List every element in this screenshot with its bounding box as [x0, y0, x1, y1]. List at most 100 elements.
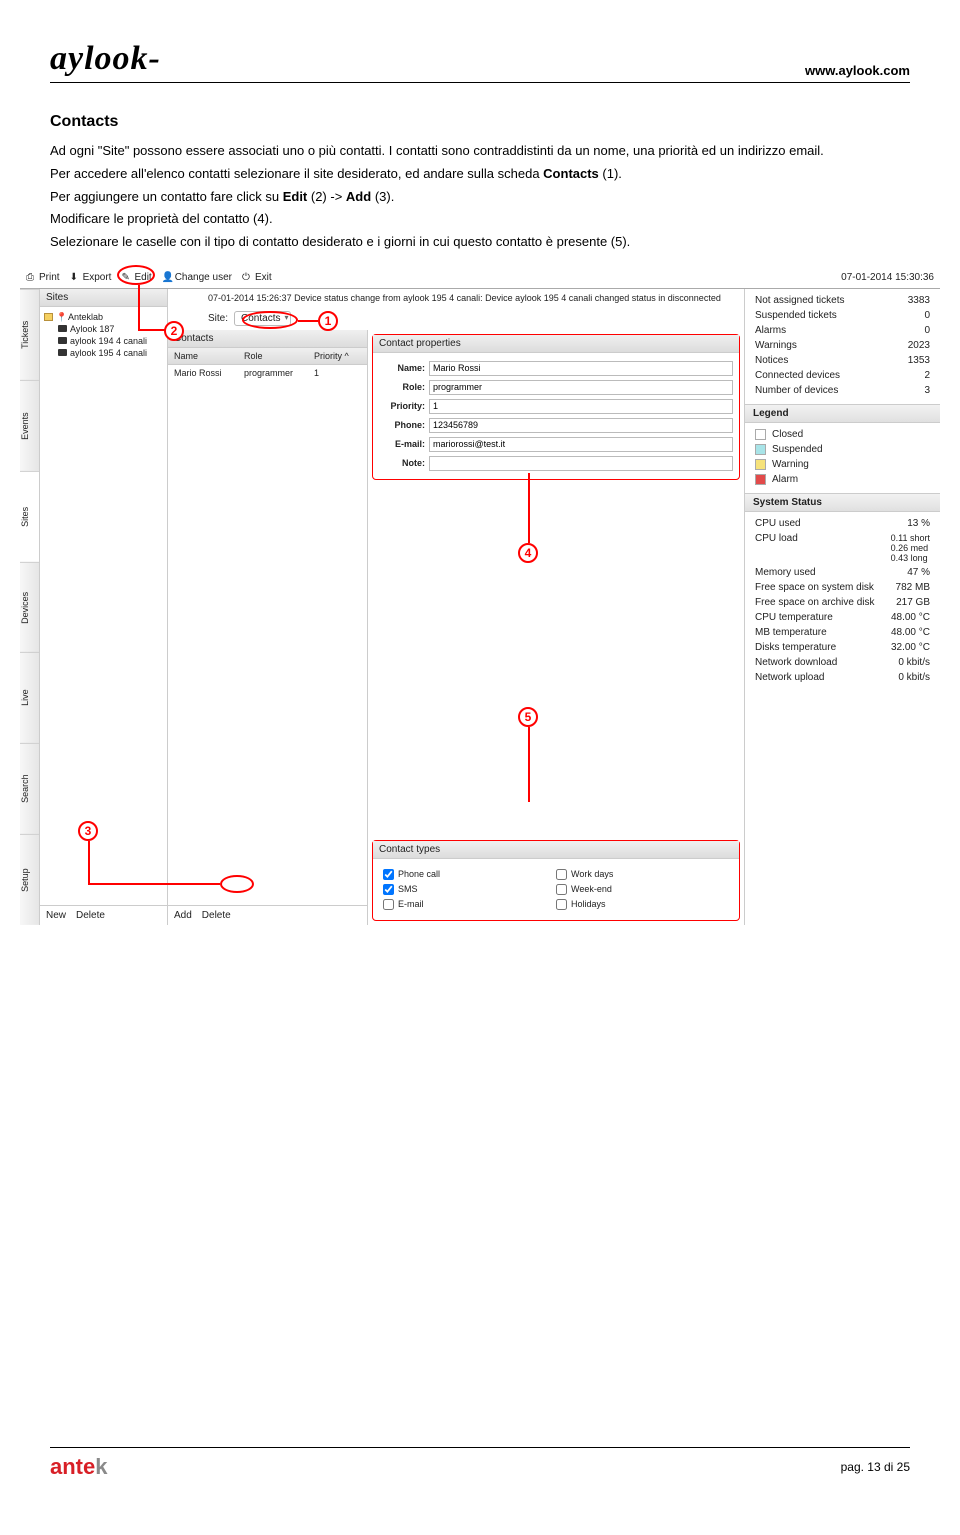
tab-live[interactable]: Live: [20, 652, 39, 743]
col-priority[interactable]: Priority ^: [308, 348, 367, 364]
tab-setup[interactable]: Setup: [20, 834, 39, 925]
contacts-panel-title: Contacts: [168, 330, 367, 348]
email-checkbox[interactable]: E-mail: [383, 899, 556, 910]
section-title: Contacts: [50, 113, 910, 131]
stat-label: Network upload: [755, 672, 824, 683]
device-status-line: 07-01-2014 15:26:37 Device status change…: [168, 289, 744, 311]
legend-swatch-suspended: [755, 444, 766, 455]
tab-tickets[interactable]: Tickets: [20, 289, 39, 380]
label-note: Note:: [379, 458, 425, 468]
annotation-2: 2: [164, 321, 184, 341]
stat-label: Disks temperature: [755, 642, 836, 653]
label-name: Name:: [379, 363, 425, 373]
stat-value: 0: [924, 325, 930, 336]
device-icon: [58, 349, 67, 356]
sites-delete-button[interactable]: Delete: [76, 910, 105, 921]
tab-sites[interactable]: Sites: [20, 471, 39, 562]
export-icon: ⬇: [70, 272, 80, 282]
label-role: Role:: [379, 382, 425, 392]
stat-value: 3: [924, 385, 930, 396]
brand-logo: aylook-: [50, 40, 161, 78]
phone-field[interactable]: [429, 418, 733, 433]
stat-label: CPU temperature: [755, 612, 833, 623]
tab-search[interactable]: Search: [20, 743, 39, 834]
stat-label: Connected devices: [755, 370, 840, 381]
stat-value: 32.00 °C: [891, 642, 930, 653]
sites-tree: 📍Anteklab Aylook 187 aylook 194 4 canali…: [40, 307, 167, 905]
stat-value: 0.11 short 0.26 med 0.43 long: [891, 533, 930, 563]
contacts-table-header: Name Role Priority ^: [168, 348, 367, 365]
sites-panel-title: Sites: [40, 289, 167, 307]
header-url: www.aylook.com: [805, 63, 910, 78]
tree-root[interactable]: 📍Anteklab: [44, 311, 163, 323]
stat-label: CPU used: [755, 518, 801, 529]
stat-label: Not assigned tickets: [755, 295, 845, 306]
tab-events[interactable]: Events: [20, 380, 39, 471]
contact-types-title: Contact types: [373, 841, 739, 859]
add-button[interactable]: Add: [174, 910, 192, 921]
stat-label: Free space on archive disk: [755, 597, 875, 608]
stat-value: 782 MB: [896, 582, 930, 593]
weekend-checkbox[interactable]: Week-end: [556, 884, 729, 895]
legend-title: Legend: [745, 404, 940, 423]
role-field[interactable]: [429, 380, 733, 395]
annotation-line-1: [298, 320, 318, 322]
exit-button[interactable]: ⏻Exit: [242, 272, 272, 283]
pin-icon: 📍: [56, 312, 65, 321]
priority-field[interactable]: [429, 399, 733, 414]
device-icon: [58, 325, 67, 332]
stat-value: 2023: [908, 340, 930, 351]
device-icon: [58, 337, 67, 344]
label-phone: Phone:: [379, 420, 425, 430]
stat-value: 47 %: [907, 567, 930, 578]
stat-value: 0: [924, 310, 930, 321]
tree-item[interactable]: aylook 194 4 canali: [44, 335, 163, 347]
legend-label: Closed: [772, 429, 803, 440]
user-icon: 👤: [162, 272, 172, 282]
name-field[interactable]: [429, 361, 733, 376]
delete-button[interactable]: Delete: [202, 910, 231, 921]
stat-label: Alarms: [755, 325, 786, 336]
stat-label: Notices: [755, 355, 788, 366]
paragraph-5: Selezionare le caselle con il tipo di co…: [50, 232, 910, 253]
export-button[interactable]: ⬇Export: [70, 272, 112, 283]
annotation-line-4: [528, 473, 530, 543]
sms-checkbox[interactable]: SMS: [383, 884, 556, 895]
stat-label: Network download: [755, 657, 837, 668]
col-role[interactable]: Role: [238, 348, 308, 364]
workdays-checkbox[interactable]: Work days: [556, 869, 729, 880]
legend-swatch-closed: [755, 429, 766, 440]
stat-label: Memory used: [755, 567, 816, 578]
paragraph-1: Ad ogni "Site" possono essere associati …: [50, 141, 910, 162]
annotation-oval-contacts: [242, 311, 298, 329]
holidays-checkbox[interactable]: Holidays: [556, 899, 729, 910]
email-field[interactable]: [429, 437, 733, 452]
system-status-title: System Status: [745, 493, 940, 512]
annotation-line-2: [138, 285, 140, 329]
table-row[interactable]: Mario Rossi programmer 1: [168, 365, 367, 381]
app-screenshot: 2 1 4 5 3 ⎙Print ⬇Export ✎Edit 👤Change u…: [20, 267, 940, 927]
note-field[interactable]: [429, 456, 733, 471]
sites-new-button[interactable]: New: [46, 910, 66, 921]
legend-label: Warning: [772, 459, 809, 470]
stat-value: 0 kbit/s: [898, 672, 930, 683]
print-button[interactable]: ⎙Print: [26, 272, 60, 283]
exit-icon: ⏻: [242, 272, 252, 282]
col-name[interactable]: Name: [168, 348, 238, 364]
paragraph-4: Modificare le proprietà del contatto (4)…: [50, 209, 910, 230]
tree-item[interactable]: aylook 195 4 canali: [44, 347, 163, 359]
annotation-5: 5: [518, 707, 538, 727]
annotation-4: 4: [518, 543, 538, 563]
stat-label: Free space on system disk: [755, 582, 874, 593]
footer-brand: antek: [50, 1454, 108, 1480]
annotation-line-5: [528, 727, 530, 802]
change-user-button[interactable]: 👤Change user: [162, 272, 232, 283]
annotation-3: 3: [78, 821, 98, 841]
phone-call-checkbox[interactable]: Phone call: [383, 869, 556, 880]
tab-devices[interactable]: Devices: [20, 562, 39, 653]
stat-label: Suspended tickets: [755, 310, 837, 321]
annotation-1: 1: [318, 311, 338, 331]
label-email: E-mail:: [379, 439, 425, 449]
app-toolbar: ⎙Print ⬇Export ✎Edit 👤Change user ⏻Exit …: [20, 267, 940, 289]
folder-icon: [44, 313, 53, 321]
